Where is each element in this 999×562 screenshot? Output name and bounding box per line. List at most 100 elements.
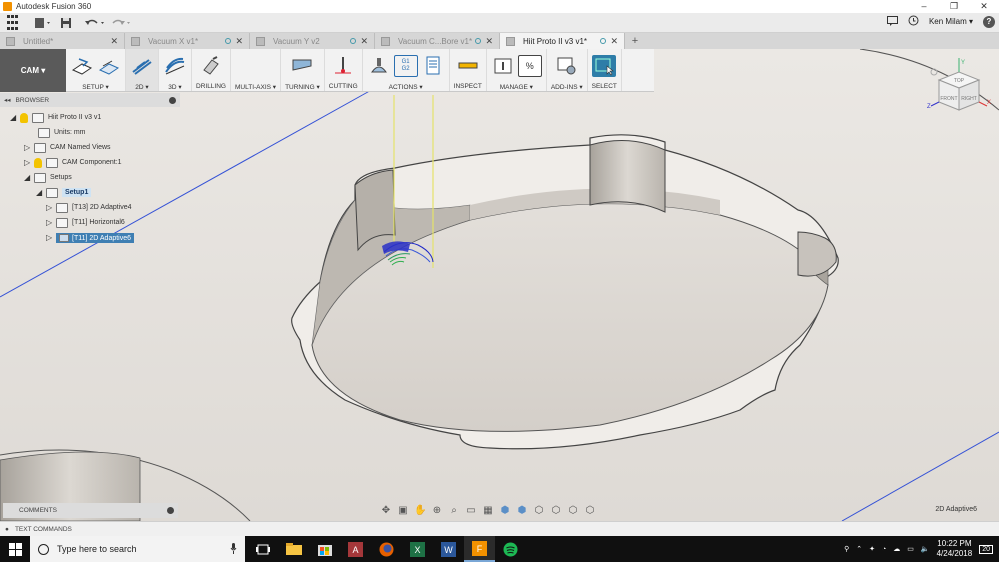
tree-node-horizontal6[interactable]: ▷ [T11] Horizontal6 [46, 215, 125, 230]
tree-node-setup1[interactable]: ◢ Setup1 [36, 185, 92, 200]
file-menu-icon[interactable] [34, 15, 52, 31]
tab-close-icon[interactable]: ✕ [485, 36, 493, 47]
select-group[interactable]: SELECT [588, 49, 622, 91]
redo-icon[interactable] [110, 15, 132, 31]
2d-group[interactable]: 2D ▾ [126, 49, 159, 91]
tool-view-icon[interactable]: ⬡ [550, 505, 562, 517]
setup-sheet-doc-icon[interactable] [421, 55, 445, 77]
fit-zoom-icon[interactable]: ⌕ [448, 505, 460, 517]
turning-group[interactable]: TURNING ▾ [281, 49, 325, 91]
taskbar-search-box[interactable]: Type here to search [30, 536, 245, 562]
expanded-triangle-icon[interactable]: ◢ [36, 188, 46, 197]
save-icon[interactable] [60, 15, 72, 31]
tree-node-document[interactable]: ◢ Hiit Proto II v3 v1 [10, 110, 101, 125]
store-icon[interactable] [309, 536, 340, 562]
pan-hand-icon[interactable]: ✋ [414, 505, 426, 517]
2d-adaptive-icon[interactable] [130, 55, 154, 77]
onedrive-cloud-icon[interactable]: ☁ [893, 545, 900, 553]
simulate-icon[interactable] [367, 55, 391, 77]
word-icon[interactable]: W [433, 536, 464, 562]
tab-vacuum-x[interactable]: Vacuum X v1* ✕ [125, 33, 250, 49]
comments-panel[interactable]: COMMENTS [3, 503, 178, 518]
orbit-icon[interactable]: ✥ [380, 505, 392, 517]
workspace-switcher[interactable]: CAM ▾ [0, 49, 66, 92]
help-icon[interactable]: ? [983, 15, 995, 28]
history-clock-icon[interactable] [908, 15, 919, 28]
post-process-icon[interactable]: G1 G2 [393, 55, 418, 77]
display-settings-icon[interactable]: ▭ [465, 505, 477, 517]
add-ins-group[interactable]: ADD-INS ▾ [547, 49, 588, 91]
setup-sheet-icon[interactable] [97, 55, 121, 77]
post-library-icon[interactable]: % [517, 55, 542, 77]
3d-adaptive-icon[interactable] [163, 55, 187, 77]
visibility-bulb-icon[interactable] [20, 112, 28, 123]
grid-settings-icon[interactable]: ▦ [482, 505, 494, 517]
undo-icon[interactable] [84, 15, 106, 31]
browser-header[interactable]: ◂◂ BROWSER [0, 93, 180, 107]
tool-library-icon[interactable] [491, 55, 515, 77]
3d-group[interactable]: 3D ▾ [159, 49, 192, 91]
collapsed-triangle-icon[interactable]: ▷ [24, 158, 34, 167]
show-hidden-icons-chevron[interactable]: ⌃ [856, 545, 862, 553]
battery-icon[interactable]: ▭ [907, 545, 914, 553]
access-app-icon[interactable]: A [340, 536, 371, 562]
add-ins-gear-icon[interactable] [555, 55, 579, 77]
expanded-triangle-icon[interactable]: ◢ [10, 113, 20, 122]
collapse-arrows-icon[interactable]: ◂◂ [4, 96, 11, 104]
tab-close-icon[interactable]: ✕ [110, 36, 118, 47]
view-cube[interactable]: TOP FRONT RIGHT Y X Z [925, 58, 993, 118]
collapsed-triangle-icon[interactable]: ▷ [46, 203, 56, 212]
panel-pin-icon[interactable] [167, 507, 174, 514]
tree-node-named-views[interactable]: ▷ CAM Named Views [24, 140, 111, 155]
toolpath-view-icon[interactable]: ⬡ [533, 505, 545, 517]
tab-close-icon[interactable]: ✕ [360, 36, 368, 47]
shaded-view-icon[interactable]: ⬢ [499, 505, 511, 517]
microphone-icon[interactable] [230, 542, 237, 556]
cutting-icon[interactable] [331, 55, 355, 77]
tree-node-adaptive6[interactable]: ▷ [T11] 2D Adaptive6 [46, 230, 135, 245]
panel-pin-icon[interactable] [169, 96, 176, 104]
spotify-icon[interactable] [495, 536, 526, 562]
text-commands-bar[interactable]: ● TEXT COMMANDS [0, 521, 999, 536]
expand-dot-icon[interactable]: ● [5, 526, 9, 533]
collapsed-triangle-icon[interactable]: ▷ [46, 233, 56, 242]
volume-icon[interactable]: 🔈 [921, 545, 930, 553]
cutting-group[interactable]: CUTTING [325, 49, 363, 91]
multi-axis-group[interactable]: MULTI-AXIS ▾ [231, 49, 282, 91]
tab-untitled[interactable]: Untitled* ✕ [0, 33, 125, 49]
view-cube-front-label[interactable]: FRONT [940, 96, 957, 102]
actions-group[interactable]: G1 G2 ACTIONS ▾ [363, 49, 450, 91]
job-status-icon[interactable] [886, 15, 898, 28]
stock-view-icon[interactable]: ⬢ [516, 505, 528, 517]
dropbox-icon[interactable]: ✦ [869, 545, 875, 553]
inspect-group[interactable]: INSPECT [450, 49, 487, 91]
view-cube-right-label[interactable]: RIGHT [961, 96, 977, 102]
file-explorer-icon[interactable] [278, 536, 309, 562]
tab-close-icon[interactable]: ✕ [235, 36, 243, 47]
visibility-bulb-icon[interactable] [34, 157, 42, 168]
user-menu[interactable]: Ken Milam ▾ [929, 17, 973, 26]
tree-node-cam-component[interactable]: ▷ CAM Component:1 [24, 155, 122, 170]
tab-vacuum-y[interactable]: Vacuum Y v2 ✕ [250, 33, 375, 49]
expanded-triangle-icon[interactable]: ◢ [24, 173, 34, 182]
tree-node-setups[interactable]: ◢ Setups [24, 170, 72, 185]
zoom-icon[interactable]: ⊕ [431, 505, 443, 517]
turning-icon[interactable] [290, 55, 314, 77]
excel-icon[interactable]: X [402, 536, 433, 562]
taskbar-clock[interactable]: 10:22 PM 4/24/2018 [937, 539, 973, 559]
data-panel-grid-icon[interactable] [4, 15, 20, 31]
tree-node-units[interactable]: Units: mm [38, 125, 86, 140]
close-button[interactable]: ✕ [969, 0, 999, 13]
maximize-button[interactable]: ❐ [939, 0, 969, 13]
hidden-view-icon[interactable]: ⬡ [584, 505, 596, 517]
drill-icon[interactable] [199, 55, 223, 77]
windows-start-button[interactable] [0, 542, 30, 556]
view-cube-top-label[interactable]: TOP [954, 78, 965, 84]
fusion-360-taskbar-icon[interactable]: F [464, 536, 495, 562]
tree-node-adaptive4[interactable]: ▷ [T13] 2D Adaptive4 [46, 200, 132, 215]
minimize-button[interactable]: – [909, 0, 939, 13]
manage-group[interactable]: % MANAGE ▾ [487, 49, 547, 91]
measure-icon[interactable] [456, 55, 480, 77]
firefox-icon[interactable] [371, 536, 402, 562]
select-cursor-icon[interactable] [592, 55, 617, 77]
